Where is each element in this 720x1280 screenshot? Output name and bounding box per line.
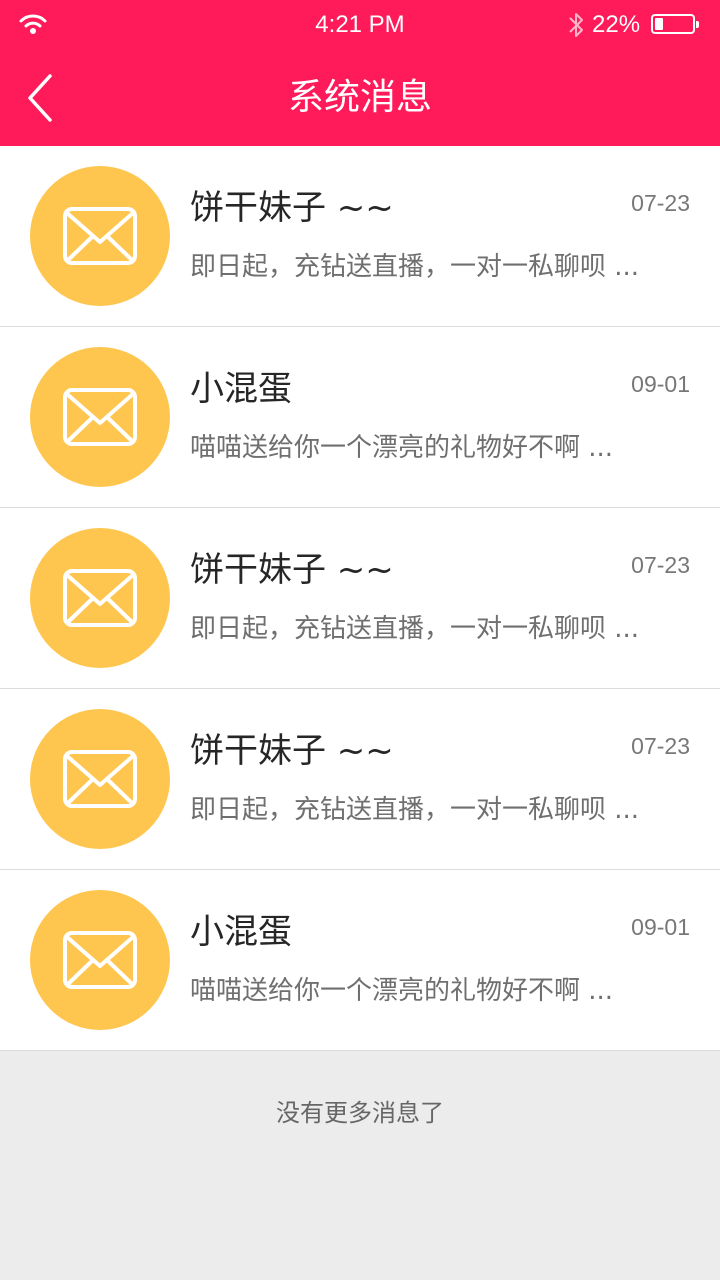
mail-icon — [63, 931, 137, 989]
status-bar: 4:21 PM 22% — [0, 0, 720, 50]
mail-icon — [63, 569, 137, 627]
message-date: 07-23 — [631, 733, 690, 759]
message-preview: 喵喵送给你一个漂亮的礼物好不啊 ... — [190, 433, 614, 463]
nav-bar: 系统消息 — [0, 50, 720, 146]
message-preview: 即日起，充钻送直播，一对一私聊呗 ... — [190, 252, 640, 282]
sender-name: 饼干妹子 ~~ — [190, 188, 394, 228]
message-date: 07-23 — [631, 552, 690, 578]
battery-percent: 22% — [592, 11, 641, 38]
avatar — [30, 166, 170, 306]
message-date: 09-01 — [631, 371, 690, 397]
sender-name: 饼干妹子 ~~ — [190, 550, 394, 590]
message-preview: 即日起，充钻送直播，一对一私聊呗 ... — [190, 614, 640, 644]
avatar — [30, 709, 170, 849]
bluetooth-icon — [569, 13, 583, 37]
message-row[interactable]: 小混蛋 09-01 喵喵送给你一个漂亮的礼物好不啊 ... — [0, 870, 720, 1051]
message-date: 07-23 — [631, 190, 690, 216]
mail-icon — [63, 750, 137, 808]
message-row[interactable]: 饼干妹子 ~~ 07-23 即日起，充钻送直播，一对一私聊呗 ... — [0, 689, 720, 870]
page-title: 系统消息 — [287, 77, 432, 118]
message-preview: 喵喵送给你一个漂亮的礼物好不啊 ... — [190, 976, 614, 1006]
battery-icon — [651, 14, 699, 34]
avatar — [30, 890, 170, 1030]
avatar — [30, 528, 170, 668]
top-bar: 4:21 PM 22% 系统消息 — [0, 0, 720, 146]
message-row[interactable]: 饼干妹子 ~~ 07-23 即日起，充钻送直播，一对一私聊呗 ... — [0, 508, 720, 689]
message-row[interactable]: 饼干妹子 ~~ 07-23 即日起，充钻送直播，一对一私聊呗 ... — [0, 146, 720, 327]
sender-name: 饼干妹子 ~~ — [190, 731, 394, 771]
message-date: 09-01 — [631, 914, 690, 940]
message-row[interactable]: 小混蛋 09-01 喵喵送给你一个漂亮的礼物好不啊 ... — [0, 327, 720, 508]
sender-name: 小混蛋 — [190, 912, 292, 952]
battery-level — [655, 18, 663, 30]
message-preview: 即日起，充钻送直播，一对一私聊呗 ... — [190, 795, 640, 825]
chevron-left-icon[interactable] — [22, 70, 66, 126]
sender-name: 小混蛋 — [190, 369, 292, 409]
mail-icon — [63, 207, 137, 265]
message-list: 饼干妹子 ~~ 07-23 即日起，充钻送直播，一对一私聊呗 ... 小混蛋 0… — [0, 146, 720, 1051]
no-more-messages: 没有更多消息了 — [276, 1099, 444, 1127]
avatar — [30, 347, 170, 487]
mail-icon — [63, 388, 137, 446]
